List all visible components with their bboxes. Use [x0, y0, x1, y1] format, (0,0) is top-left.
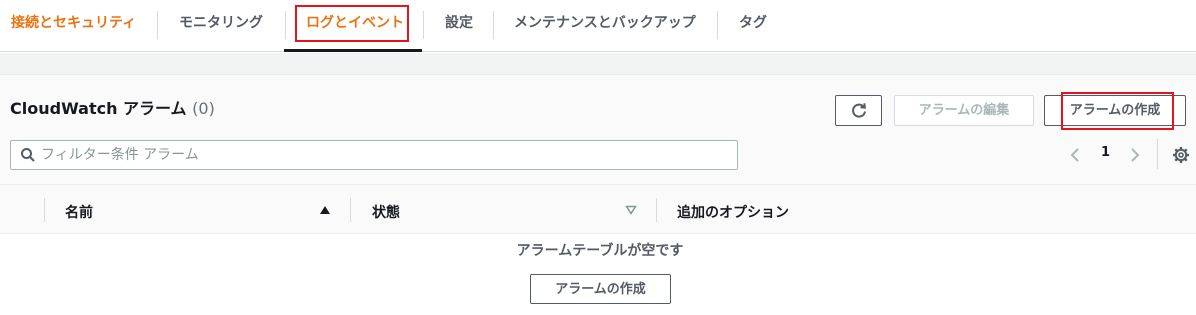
- empty-state-create-alarm-button[interactable]: アラームの作成: [530, 274, 671, 304]
- tab-divider: [493, 11, 494, 39]
- alarm-count: (0): [192, 99, 215, 118]
- sort-ascending-icon[interactable]: [319, 205, 331, 215]
- refresh-button[interactable]: [835, 95, 882, 126]
- sort-descending-icon[interactable]: [625, 205, 637, 215]
- search-input[interactable]: [41, 145, 721, 165]
- empty-table-message: アラームテーブルが空です: [516, 243, 684, 259]
- section-spacer: [0, 53, 1196, 74]
- tab-maintenance-backups[interactable]: メンテナンスとバックアップ: [514, 0, 696, 52]
- chevron-left-icon[interactable]: [1068, 147, 1082, 163]
- tab-bar: 接続とセキュリティ モニタリング ログとイベント 設定 メンテナンスとバックアッ…: [0, 0, 1196, 52]
- tab-connectivity-security[interactable]: 接続とセキュリティ: [11, 0, 136, 52]
- column-divider: [656, 198, 657, 222]
- tab-divider: [157, 11, 158, 39]
- column-divider: [350, 198, 351, 222]
- edit-alarm-button[interactable]: アラームの編集: [894, 95, 1034, 126]
- chevron-right-icon[interactable]: [1128, 147, 1142, 163]
- column-header-additional-options: 追加のオプション: [677, 205, 789, 221]
- tab-divider: [423, 11, 424, 39]
- column-header-state[interactable]: 状態: [372, 202, 400, 222]
- alarm-search-field[interactable]: [10, 140, 738, 170]
- highlight-box-logs-tab: [295, 5, 409, 42]
- tab-configuration[interactable]: 設定: [445, 0, 473, 52]
- page-number[interactable]: 1: [1101, 145, 1110, 160]
- active-tab-indicator: [284, 49, 422, 52]
- alarms-table-header: 名前 状態 追加のオプション: [0, 184, 1196, 234]
- panel-title-text: CloudWatch アラーム: [10, 99, 187, 118]
- panel-title: CloudWatch アラーム (0): [10, 95, 215, 119]
- column-divider: [44, 198, 45, 222]
- column-header-name[interactable]: 名前: [65, 202, 93, 222]
- refresh-icon: [851, 103, 866, 118]
- tab-divider: [285, 11, 286, 39]
- tab-divider: [717, 11, 718, 39]
- pager-divider: [1157, 139, 1158, 169]
- alarms-panel: CloudWatch アラーム (0) アラームの編集 アラームの作成 1: [0, 74, 1196, 184]
- gear-icon[interactable]: [1172, 146, 1190, 164]
- highlight-box-create-alarm: [1061, 92, 1174, 130]
- tab-monitoring[interactable]: モニタリング: [179, 0, 263, 52]
- tab-tags[interactable]: タグ: [739, 0, 767, 52]
- search-icon: [21, 148, 35, 162]
